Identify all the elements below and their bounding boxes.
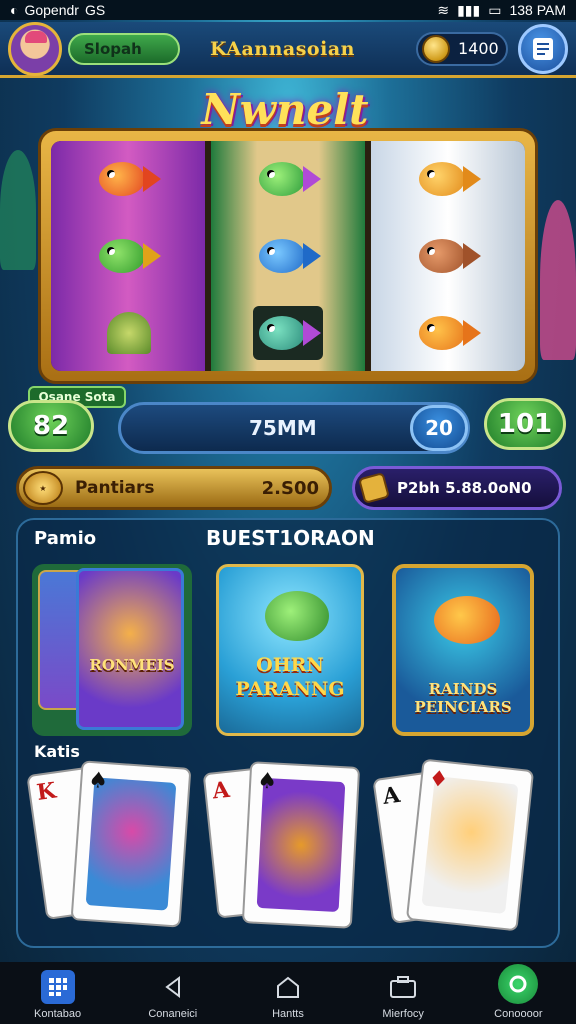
section-title-1: Pamio: [34, 528, 97, 549]
reel-1: [51, 141, 205, 371]
bonus-bar[interactable]: P2bh 5.88.0oN0: [352, 466, 562, 510]
nav-label: Kontabao: [34, 1008, 82, 1020]
player-name: Slopah: [84, 39, 142, 58]
jackpot-badge-icon: ★: [23, 471, 63, 505]
section-title-3: Katis: [34, 742, 80, 761]
clock: 138 PAM: [509, 2, 566, 18]
nav-item-back[interactable]: Conaneici: [118, 970, 228, 1020]
slot-machine: [38, 128, 538, 384]
battery-icon: ▭: [488, 1, 502, 18]
circle-button-icon: [498, 964, 539, 1004]
green-fish-symbol: [93, 229, 163, 283]
coin-amount: 1400: [458, 39, 499, 58]
nav-label: Conoooor: [494, 1008, 543, 1020]
coin-balance[interactable]: 1400: [416, 31, 508, 66]
win-value: 75MM: [249, 416, 317, 440]
games-panel: Pamio BUEST1ORAON RONMEIS OHRN PARANNG R…: [16, 518, 560, 948]
nav-label: Conaneici: [148, 1008, 198, 1020]
top-header: Slopah KAannasoian 1400: [0, 21, 576, 78]
briefcase-icon: [386, 970, 420, 1004]
game-tile-fish[interactable]: OHRN PARANNG: [216, 564, 364, 736]
card-art-3: [421, 775, 519, 915]
dice-icon: [358, 472, 390, 504]
game-tile-cards[interactable]: RONMEIS: [32, 564, 192, 736]
grid-icon: [40, 970, 75, 1004]
nav-item-kontabao[interactable]: Kontabao: [3, 970, 113, 1020]
signal-icon: ▮▮▮: [457, 1, 481, 18]
playing-card-front-1[interactable]: ♠: [70, 760, 192, 928]
teal-fish-symbol: [253, 305, 323, 360]
tile-card-front: [76, 568, 184, 730]
back-triangle-icon: [156, 970, 190, 1004]
bottom-navigation: Kontabao Conaneici Hantts Mierfocy Conoo…: [0, 962, 576, 1024]
document-icon: [533, 37, 553, 60]
green-fish-shell-symbol: [253, 152, 323, 206]
card-art-2: [256, 777, 346, 913]
card-rank: A: [381, 781, 402, 810]
nav-label: Mierfocy: [382, 1008, 424, 1020]
card-rank-front: ♠: [256, 767, 278, 795]
game-tile-rainbow[interactable]: RAINDS PEINCIARS: [392, 564, 534, 736]
blue-fish-symbol: [253, 229, 323, 283]
jackpot-label: Pantiars: [75, 478, 155, 498]
carrier-name: Gopendr: [24, 2, 79, 18]
brown-fish-symbol: [413, 229, 483, 283]
game-title: KAannasoian: [210, 37, 355, 60]
goldfish-symbol: [413, 306, 483, 360]
bonus-text: P2bh 5.88.0oN0: [397, 479, 532, 497]
playing-card-front-2[interactable]: ♠: [241, 761, 361, 929]
reel-2: [211, 141, 365, 371]
orange-fish-symbol: [413, 152, 483, 206]
shell-symbol: [93, 306, 163, 360]
spin-button[interactable]: 101: [484, 398, 566, 450]
jackpot-value: 2.S00: [261, 477, 319, 499]
card-rank-front: ♠: [87, 766, 109, 795]
player-name-pill[interactable]: Slopah: [68, 32, 180, 65]
card-rank: A: [211, 776, 231, 805]
status-bar: ◐ Gopendr GS ≋ ▮▮▮ ▭ 138 PAM: [0, 0, 576, 20]
nav-item-home[interactable]: Hantts: [233, 970, 343, 1020]
card-rank: K: [35, 777, 58, 806]
home-icon: [271, 970, 305, 1004]
reel-3: [371, 141, 525, 371]
playing-card-front-3[interactable]: ♦: [405, 758, 535, 932]
menu-button[interactable]: [518, 23, 568, 74]
jackpot-bar[interactable]: ★ Pantiars 2.S00: [16, 466, 332, 510]
card-art-1: [85, 777, 177, 911]
player-avatar[interactable]: [8, 21, 62, 76]
tile-fish-art: [265, 591, 329, 641]
nav-item-circle[interactable]: Conoooor: [463, 964, 573, 1020]
nav-label: Hantts: [272, 1008, 304, 1020]
tile-3-text: RAINDS PEINCIARS: [414, 680, 512, 716]
coin-icon: [422, 34, 450, 63]
tile-2-text: OHRN PARANNG: [235, 654, 345, 700]
coral-plant-right: [540, 200, 576, 360]
bet-button[interactable]: 20: [410, 405, 468, 451]
coral-plant-left: [0, 150, 36, 270]
tile-3-fish-art: [434, 596, 500, 644]
section-title-2: BUEST1ORAON: [206, 526, 375, 550]
card-rank-front: ♦: [427, 765, 450, 794]
nav-item-briefcase[interactable]: Mierfocy: [348, 970, 458, 1020]
left-value-button[interactable]: 82: [8, 400, 94, 452]
wifi-icon: ≋: [437, 1, 450, 18]
settings-dot-icon: ◐: [10, 2, 19, 18]
network-type: GS: [84, 2, 106, 18]
tile-1-text: RONMEIS: [89, 656, 175, 674]
pufferfish-symbol: [93, 152, 163, 206]
